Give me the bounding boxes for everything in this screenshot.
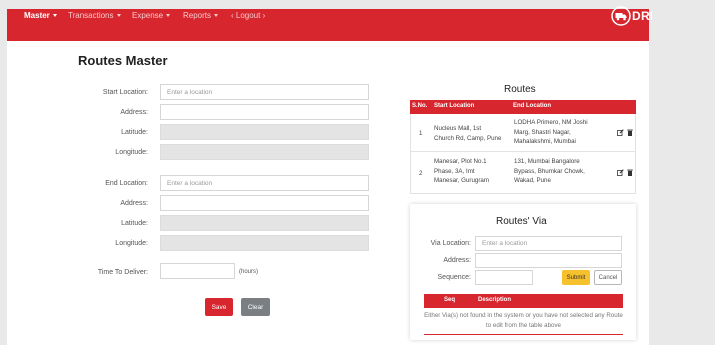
row-sno: 2	[419, 170, 423, 177]
row-start-location: Manesar, Plot No.1 Phase, 3A, Imt Manesar,…	[434, 158, 490, 184]
row-end-location: 131, Mumbai Bangalore Bypass, Bhumkar Cho…	[514, 158, 585, 184]
edit-icon[interactable]	[617, 129, 624, 136]
routes-table-header: S.No. Start Location End Location	[410, 100, 636, 114]
via-sequence-input[interactable]	[475, 270, 533, 285]
end-latitude-input	[160, 215, 369, 231]
caret-down-icon	[116, 14, 121, 17]
caret-down-icon	[166, 14, 171, 17]
time-to-deliver-input[interactable]	[160, 263, 235, 279]
save-button[interactable]: Save	[205, 298, 233, 316]
end-location-input[interactable]: Enter a location	[160, 175, 369, 191]
end-longitude-input	[160, 235, 369, 251]
via-table-header: Seq Description	[424, 294, 623, 308]
start-address-label: Address:	[120, 109, 148, 116]
row-sno: 1	[419, 130, 423, 137]
via-sequence-label: Sequence:	[437, 274, 471, 281]
edit-icon[interactable]	[617, 169, 624, 176]
header-start-location: Start Location	[434, 103, 475, 109]
header-seq: Seq	[444, 297, 456, 303]
delete-icon[interactable]	[627, 129, 633, 136]
end-address-label: Address:	[120, 200, 148, 207]
end-latitude-label: Latitude:	[121, 220, 148, 227]
delete-icon[interactable]	[627, 169, 633, 176]
start-latitude-label: Latitude:	[121, 129, 148, 136]
start-longitude-input	[160, 144, 369, 160]
nav-master[interactable]: Master	[24, 11, 57, 20]
via-location-input[interactable]: Enter a location	[475, 236, 622, 251]
submit-button[interactable]: Submit	[562, 270, 590, 285]
header-sno: S.No.	[412, 103, 428, 109]
start-address-input[interactable]	[160, 104, 369, 120]
page-scrollbar[interactable]	[652, 9, 715, 345]
start-longitude-label: Longitude:	[115, 149, 148, 156]
start-location-input[interactable]: Enter a location	[160, 84, 369, 100]
via-empty-message: Either Via(s) not found in the system or…	[424, 312, 623, 329]
end-location-label: End Location:	[105, 180, 148, 187]
truck-logo-icon	[611, 6, 631, 26]
start-location-label: Start Location:	[102, 89, 148, 96]
header-end-location: End Location	[513, 103, 551, 109]
nav-expense[interactable]: Expense	[132, 11, 171, 20]
via-table-bottom-border	[424, 334, 623, 335]
caret-down-icon	[214, 14, 219, 17]
end-longitude-label: Longitude:	[115, 240, 148, 247]
row-end-location: LODHA Primero, NM Joshi Marg, Shastri Nag…	[514, 119, 588, 145]
time-to-deliver-label: Time To Deliver:	[97, 269, 148, 276]
header-description: Description	[478, 297, 512, 303]
via-address-input[interactable]	[475, 253, 622, 268]
routes-title: Routes	[504, 84, 536, 95]
start-latitude-input	[160, 124, 369, 140]
via-address-label: Address:	[443, 257, 471, 264]
page-title: Routes Master	[78, 53, 168, 68]
clear-button[interactable]: Clear	[241, 298, 270, 316]
caret-down-icon	[52, 14, 57, 17]
end-address-input[interactable]	[160, 195, 369, 211]
routes-via-title: Routes' Via	[496, 216, 547, 227]
time-unit-label: (hours)	[239, 269, 259, 275]
nav-logout[interactable]: ‹ Logout ›	[231, 11, 265, 20]
table-row[interactable]: 1 Nucleus Mall, 1st Church Rd, Camp, Pune…	[410, 114, 636, 152]
cancel-button[interactable]: Cancel	[594, 270, 622, 285]
nav-transactions[interactable]: Transactions	[68, 11, 121, 20]
nav-reports[interactable]: Reports	[183, 11, 219, 20]
row-start-location: Nucleus Mall, 1st Church Rd, Camp, Pune	[434, 125, 502, 142]
table-row[interactable]: 2 Manesar, Plot No.1 Phase, 3A, Imt Manesa…	[410, 152, 636, 194]
via-location-label: Via Location:	[430, 240, 471, 247]
